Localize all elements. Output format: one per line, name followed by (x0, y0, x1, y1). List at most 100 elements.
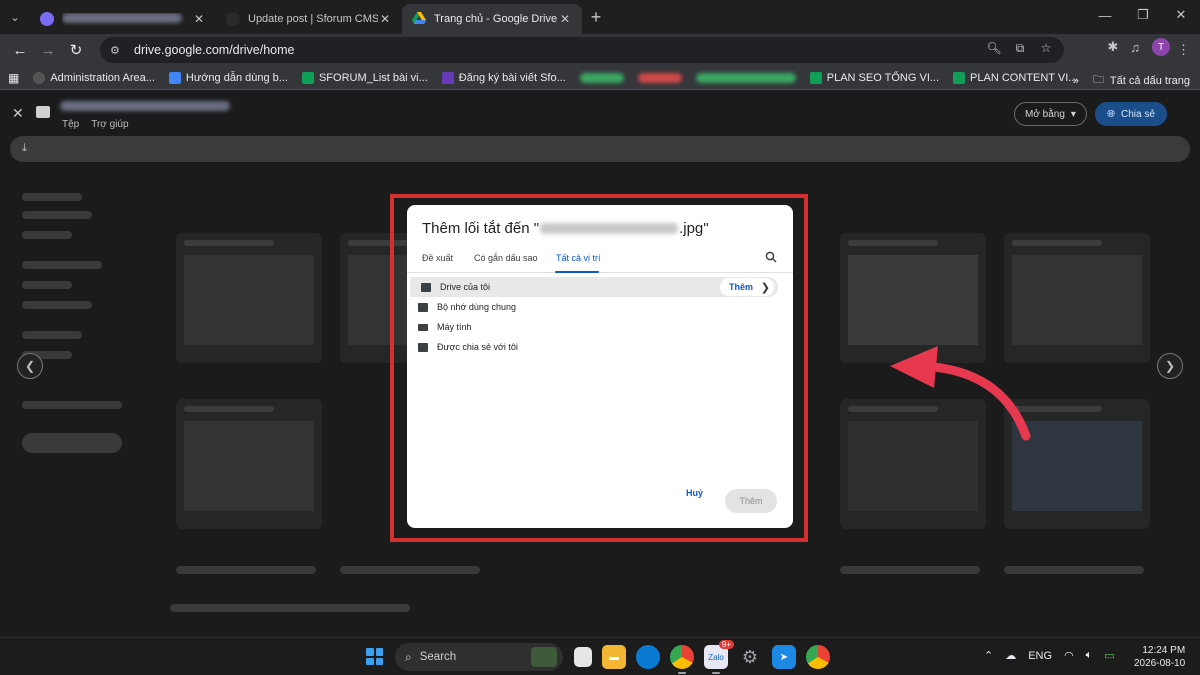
viewer-menu: Tệp Trợ giúp (62, 119, 129, 130)
telegram-icon[interactable]: ➤ (772, 645, 796, 669)
tab-title: Trang chủ - Google Drive (434, 13, 558, 25)
bookmark-huong-dan[interactable]: Hướng dẫn dùng b... (168, 71, 288, 84)
tray-chevron-up-icon[interactable]: ⌃ (984, 649, 993, 662)
restore-icon[interactable]: ❐ (1124, 0, 1162, 30)
forward-arrow-icon[interactable]: → (34, 36, 62, 64)
annotation-arrow-icon (890, 346, 1031, 441)
docs-icon (168, 71, 181, 84)
dialog-title: Thêm lối tắt đến " .jpg" (422, 220, 709, 237)
bookmark-sforum-list[interactable]: SFORUM_List bài vi... (301, 71, 428, 84)
file-name-blurred (60, 101, 230, 111)
extensions-icon[interactable]: ✱ (1107, 39, 1118, 55)
active-tab-indicator (555, 271, 599, 273)
bookmark-administration[interactable]: Administration Area... (33, 71, 155, 84)
close-viewer-icon[interactable]: ✕ (12, 105, 24, 122)
tab-starred[interactable]: Có gắn dấu sao (474, 253, 538, 263)
edge-icon[interactable] (636, 645, 660, 669)
media-controls-icon[interactable]: ♫ (1130, 40, 1140, 55)
add-shortcut-button[interactable]: Thêm (725, 489, 777, 513)
location-shared-drives[interactable]: Bộ nhớ dùng chung (407, 297, 793, 317)
folder-icon: 🗀 (1092, 74, 1104, 86)
browser-tab-google-drive[interactable]: Trang chủ - Google Drive ✕ (402, 4, 582, 34)
taskbar-search[interactable]: ⌕ Search (395, 643, 563, 671)
share-button[interactable]: 🌐︎ Chia sẻ (1095, 102, 1167, 126)
next-arrow-icon[interactable]: ❯ (1157, 353, 1183, 379)
tab-all-locations[interactable]: Tất cả vị trí (556, 253, 601, 263)
tab-close-icon[interactable]: ✕ (558, 12, 572, 26)
wifi-icon[interactable]: ◠ (1064, 649, 1074, 662)
menu-file[interactable]: Tệp (62, 119, 79, 130)
location-my-drive[interactable]: Drive của tôi Thêm ❯ (410, 277, 778, 297)
location-shared-with-me[interactable]: Được chia sẻ với tôi (407, 337, 793, 357)
sidebar-placeholder (22, 331, 82, 339)
more-bookmarks-icon[interactable]: » (1073, 75, 1079, 87)
google-drive-favicon (412, 12, 426, 26)
browser-tab-blurred[interactable]: ✕ (30, 4, 216, 34)
bookmark-plan-seo[interactable]: PLAN SEO TỔNG VI... (809, 71, 939, 84)
previous-arrow-icon[interactable]: ❮ (17, 353, 43, 379)
new-tab-button[interactable]: + (582, 3, 610, 31)
sidebar-placeholder (22, 211, 92, 219)
search-icon[interactable] (765, 251, 777, 266)
add-shortcut-dialog: Thêm lối tắt đến " .jpg" Đề xuất Có gắn d… (407, 205, 793, 528)
bookmark-dang-ky[interactable]: Đăng ký bài viết Sfo... (441, 71, 566, 84)
sidebar-placeholder (22, 401, 122, 409)
taskbar-clock[interactable]: 12:24 PM 2026-08-10 (1134, 644, 1185, 670)
windows-start-icon[interactable] (366, 648, 383, 665)
tab-suggested[interactable]: Đề xuất (422, 253, 453, 263)
file-row-placeholder (176, 566, 316, 574)
open-with-button[interactable]: Mở bằng ▾ (1014, 102, 1087, 126)
battery-icon[interactable]: ▭ (1104, 649, 1114, 662)
file-row-placeholder (840, 566, 980, 574)
chrome-profile-icon[interactable] (806, 645, 830, 669)
task-view-icon[interactable] (574, 647, 592, 667)
bookmark-favicon (33, 71, 46, 84)
cancel-button[interactable]: Huỷ (686, 488, 703, 498)
install-app-icon[interactable]: ⧉ (1012, 41, 1028, 56)
menu-help[interactable]: Trợ giúp (91, 119, 128, 130)
sidebar-placeholder (22, 433, 122, 453)
volume-icon[interactable]: 🔈︎ (1086, 649, 1093, 662)
apps-grid-icon[interactable]: ▦ (8, 71, 19, 85)
site-info-icon[interactable]: ⚙ (110, 44, 126, 57)
file-card (176, 233, 322, 363)
sheets-icon (953, 71, 966, 84)
onedrive-cloud-icon[interactable]: ☁ (1005, 649, 1016, 662)
add-here-button[interactable]: Thêm ❯ (720, 278, 774, 296)
reload-icon[interactable]: ↻ (62, 36, 90, 64)
browser-menu-icon[interactable]: ⋮ (1177, 42, 1190, 58)
taskbar-apps: ▬ Zalo 9+ ⚙ ➤ (574, 640, 830, 674)
download-icon[interactable]: ⤓ (22, 142, 27, 155)
browser-tab-sforum[interactable]: Update post | Sforum CMS ✕ (216, 4, 402, 34)
clock-time: 12:24 PM (1142, 645, 1186, 656)
back-arrow-icon[interactable]: ← (6, 36, 34, 64)
chrome-icon[interactable] (670, 645, 694, 674)
viewer-toolbar: ⤓ (10, 136, 1190, 162)
bookmark-blurred-1[interactable] (579, 72, 624, 83)
close-window-icon[interactable]: ✕ (1162, 0, 1200, 30)
tab-close-icon[interactable]: ✕ (192, 12, 206, 26)
bookmark-plan-content[interactable]: PLAN CONTENT VI... (953, 71, 1077, 84)
bookmark-blurred-2[interactable] (637, 72, 682, 83)
address-bar[interactable]: ⚙ drive.google.com/drive/home 🔍︎ ⧉ ☆ (100, 37, 1064, 63)
file-row-placeholder (340, 566, 480, 574)
shared-with-me-icon (418, 342, 428, 352)
zalo-icon[interactable]: Zalo 9+ (704, 640, 734, 674)
location-computers[interactable]: Máy tính (407, 317, 793, 337)
language-indicator[interactable]: ENG (1028, 650, 1052, 662)
bookmark-blurred-3[interactable] (695, 72, 796, 83)
window-controls: — ❐ ✕ (1086, 0, 1200, 30)
bookmark-star-icon[interactable]: ☆ (1038, 41, 1054, 56)
tab-close-icon[interactable]: ✕ (378, 12, 392, 26)
tab-title-blurred (62, 12, 192, 26)
system-tray: ⌃ ☁ ENG ◠ 🔈︎ ▭ (984, 649, 1115, 662)
zoom-icon[interactable]: 🔍︎ (986, 41, 1002, 56)
profile-avatar[interactable]: T (1152, 38, 1170, 56)
settings-gear-icon[interactable]: ⚙ (738, 645, 762, 669)
minimize-icon[interactable]: — (1086, 0, 1124, 30)
file-explorer-icon[interactable]: ▬ (602, 645, 626, 669)
file-name-blurred (540, 223, 679, 234)
all-bookmarks-folder[interactable]: » 🗀 Tất cả dấu trang (1073, 71, 1190, 90)
globe-icon: 🌐︎ (1107, 108, 1115, 120)
tab-search-chevron-icon[interactable]: ⌄ (0, 0, 30, 34)
